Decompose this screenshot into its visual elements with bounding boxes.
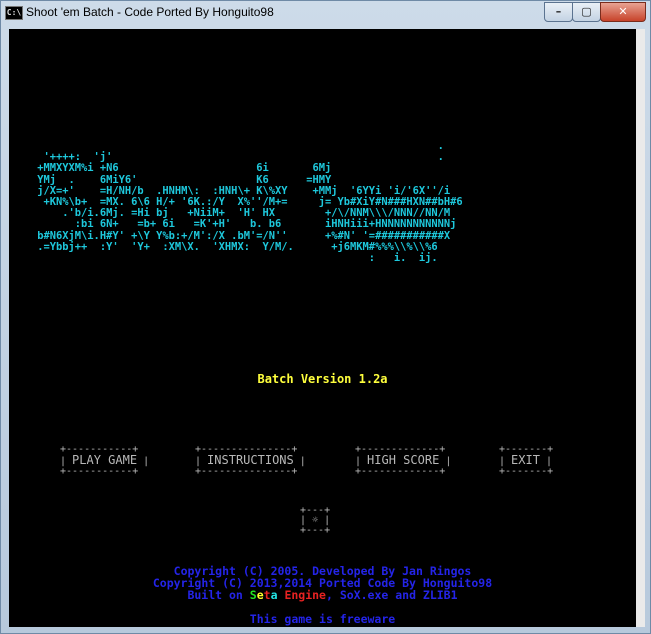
button-border-bottom: +-----------+ xyxy=(60,466,139,477)
close-button[interactable]: ✕ xyxy=(600,2,646,22)
logo-line: .=Ybbj++ :Y' 'Y+ :XM\X. 'XHMX: Y/M/. +j6… xyxy=(37,240,438,253)
logo-line: : i. ij. xyxy=(31,252,438,265)
logo-line: j/X=+' =H/NH/b .HNHM\: :HNH\+ K\%XY +MMj… xyxy=(37,184,451,197)
logo-line: :bi 6N+ =b+ 6i =K'+H' b. b6 iHNHiii+HNNN… xyxy=(74,218,457,231)
play-game-label: PLAY GAME xyxy=(72,453,138,467)
window-controls: – ▢ ✕ xyxy=(544,2,646,22)
logo-line: . xyxy=(437,140,444,152)
button-border-bottom: +-------------+ xyxy=(355,466,446,477)
settings-button[interactable]: +---+ | ☼ | +---+ xyxy=(300,506,330,536)
credits-line-built-on: Built on Seta Engine, SoX.exe and ZLIB1 xyxy=(9,589,636,601)
logo-line: '++++: 'j' . xyxy=(43,151,444,164)
exit-label: EXIT xyxy=(511,453,540,467)
minimize-button[interactable]: – xyxy=(544,2,573,22)
logo-line: +MMXYXM%i +N6 6i 6Mj xyxy=(37,162,332,175)
freeware-notice: This game is freeware xyxy=(249,612,396,626)
logo-line: b#N6XjM\i.H#Y' +\Y Y%b:+/M':/X .bM'=/N''… xyxy=(37,229,451,242)
high-score-button[interactable]: +-------------+ | HIGH SCORE | +--------… xyxy=(355,445,451,477)
maximize-button[interactable]: ▢ xyxy=(572,2,601,22)
high-score-label: HIGH SCORE xyxy=(367,453,440,467)
seta-letter-a: a xyxy=(270,588,278,602)
game-logo-ascii: . '++++: 'j' . +MMXYXM%i +N6 6i 6Mj YMj … xyxy=(31,140,463,265)
console-window: C:\ Shoot 'em Batch - Code Ported By Hon… xyxy=(0,0,651,634)
engine-text: Engine xyxy=(284,588,326,602)
button-border-bottom: +---+ xyxy=(300,525,331,536)
console-area: . '++++: 'j' . +MMXYXM%i +N6 6i 6Mj YMj … xyxy=(9,29,636,627)
instructions-button[interactable]: +---------------+ | INSTRUCTIONS | +----… xyxy=(195,445,306,477)
button-border-bottom: +---------------+ xyxy=(195,466,298,477)
exit-button[interactable]: +-------+ | EXIT | +-------+ xyxy=(499,445,553,477)
instructions-label: INSTRUCTIONS xyxy=(207,453,294,467)
logo-line: .'b/i.6Mj. =Hi bj +NiiM+ 'H' HX +/\/NNM\… xyxy=(62,207,451,220)
button-border-bottom: +-------+ xyxy=(499,466,554,477)
logo-line: YMj . 6MiY6' K6 =HMY xyxy=(37,173,332,186)
console-scrollbar[interactable] xyxy=(636,29,645,627)
seta-letter-s: S xyxy=(249,588,257,602)
console-app-icon[interactable]: C:\ xyxy=(5,6,23,20)
seta-letter-t: t xyxy=(263,588,271,602)
built-on-suffix: , SoX.exe and ZLIB1 xyxy=(325,588,458,602)
built-on-text: Built on xyxy=(187,588,250,602)
title-bar[interactable]: C:\ Shoot 'em Batch - Code Ported By Hon… xyxy=(1,1,650,25)
version-label: Batch Version 1.2a xyxy=(257,372,388,386)
window-title: Shoot 'em Batch - Code Ported By Honguit… xyxy=(26,5,274,19)
play-game-button[interactable]: +-----------+ | PLAY GAME | +-----------… xyxy=(60,445,149,477)
logo-line: +KN%\b+ =MX. 6\6 H/+ '6K.:/Y X%''/M+= j=… xyxy=(43,196,463,209)
seta-letter-e: e xyxy=(256,588,264,602)
